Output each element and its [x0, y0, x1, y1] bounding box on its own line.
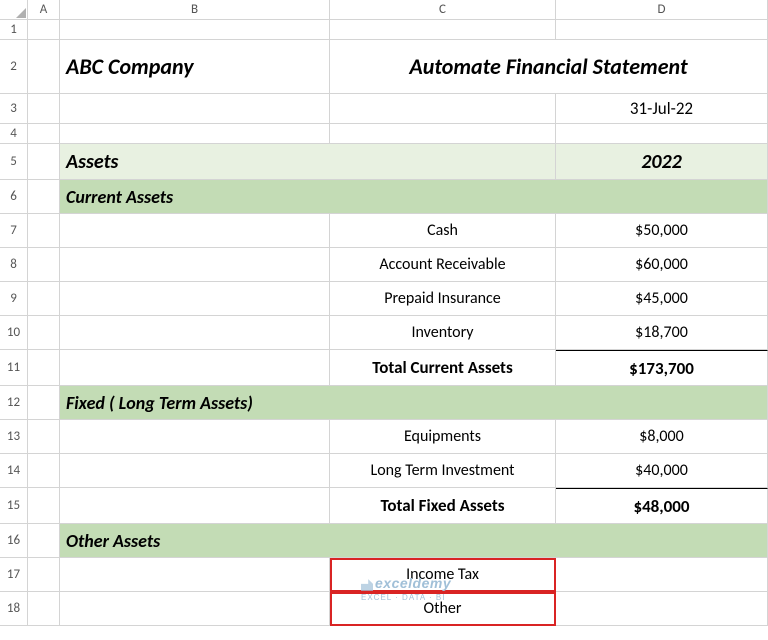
row-header-10[interactable]: 10 — [0, 316, 28, 350]
select-all-corner[interactable] — [0, 0, 28, 20]
cell-D1[interactable] — [556, 20, 768, 40]
section-assets-year[interactable]: 2022 — [556, 144, 768, 180]
cell-B3[interactable] — [60, 94, 330, 124]
cell-B4[interactable] — [60, 124, 330, 144]
row-header-8[interactable]: 8 — [0, 248, 28, 282]
cell-A9[interactable] — [28, 282, 60, 316]
cell-B7[interactable] — [60, 214, 330, 248]
cell-D18[interactable] — [556, 592, 768, 626]
cell-A7[interactable] — [28, 214, 60, 248]
cell-A17[interactable] — [28, 558, 60, 592]
cell-A1[interactable] — [28, 20, 60, 40]
cell-B8[interactable] — [60, 248, 330, 282]
cell-B11[interactable] — [60, 350, 330, 386]
section-assets-label[interactable]: Assets — [60, 144, 556, 180]
cell-A5[interactable] — [28, 144, 60, 180]
row-header-5[interactable]: 5 — [0, 144, 28, 180]
row-header-14[interactable]: 14 — [0, 454, 28, 488]
total-fixed-value[interactable]: $48,000 — [556, 488, 768, 524]
cell-C3[interactable] — [330, 94, 556, 124]
item-ar-value[interactable]: $60,000 — [556, 248, 768, 282]
cell-A4[interactable] — [28, 124, 60, 144]
item-inventory-value[interactable]: $18,700 — [556, 316, 768, 350]
total-current-label[interactable]: Total Current Assets — [330, 350, 556, 386]
total-fixed-label[interactable]: Total Fixed Assets — [330, 488, 556, 524]
cell-D17[interactable] — [556, 558, 768, 592]
spreadsheet-grid: A B C D 1 2 ABC Company Automate Financi… — [0, 0, 768, 626]
col-header-D[interactable]: D — [556, 0, 768, 20]
cell-B1[interactable] — [60, 20, 330, 40]
row-header-15[interactable]: 15 — [0, 488, 28, 524]
row-header-6[interactable]: 6 — [0, 180, 28, 214]
section-other-assets[interactable]: Other Assets — [60, 524, 768, 558]
cell-B9[interactable] — [60, 282, 330, 316]
row-header-12[interactable]: 12 — [0, 386, 28, 420]
item-prepaid-label[interactable]: Prepaid Insurance — [330, 282, 556, 316]
cell-B10[interactable] — [60, 316, 330, 350]
item-inventory-label[interactable]: Inventory — [330, 316, 556, 350]
statement-date[interactable]: 31-Jul-22 — [556, 94, 768, 124]
item-equipments-value[interactable]: $8,000 — [556, 420, 768, 454]
cell-A15[interactable] — [28, 488, 60, 524]
cell-A16[interactable] — [28, 524, 60, 558]
cell-C1[interactable] — [330, 20, 556, 40]
cell-B17[interactable] — [60, 558, 330, 592]
item-longterm-value[interactable]: $40,000 — [556, 454, 768, 488]
section-current-assets[interactable]: Current Assets — [60, 180, 768, 214]
page-title[interactable]: Automate Financial Statement — [330, 40, 768, 94]
cell-B15[interactable] — [60, 488, 330, 524]
item-ar-label[interactable]: Account Receivable — [330, 248, 556, 282]
row-header-2[interactable]: 2 — [0, 40, 28, 94]
cell-D4[interactable] — [556, 124, 768, 144]
row-header-1[interactable]: 1 — [0, 20, 28, 40]
cell-A8[interactable] — [28, 248, 60, 282]
item-cash-label[interactable]: Cash — [330, 214, 556, 248]
col-header-C[interactable]: C — [330, 0, 556, 20]
total-current-value[interactable]: $173,700 — [556, 350, 768, 386]
item-equipments-label[interactable]: Equipments — [330, 420, 556, 454]
item-cash-value[interactable]: $50,000 — [556, 214, 768, 248]
row-header-9[interactable]: 9 — [0, 282, 28, 316]
item-incometax-label[interactable]: Income Tax — [330, 558, 556, 592]
cell-A18[interactable] — [28, 592, 60, 626]
cell-C4[interactable] — [330, 124, 556, 144]
row-header-16[interactable]: 16 — [0, 524, 28, 558]
item-prepaid-value[interactable]: $45,000 — [556, 282, 768, 316]
row-header-18[interactable]: 18 — [0, 592, 28, 626]
cell-A13[interactable] — [28, 420, 60, 454]
cell-A10[interactable] — [28, 316, 60, 350]
col-header-B[interactable]: B — [60, 0, 330, 20]
cell-B14[interactable] — [60, 454, 330, 488]
cell-A14[interactable] — [28, 454, 60, 488]
cell-B18[interactable] — [60, 592, 330, 626]
row-header-13[interactable]: 13 — [0, 420, 28, 454]
row-header-3[interactable]: 3 — [0, 94, 28, 124]
row-header-11[interactable]: 11 — [0, 350, 28, 386]
cell-A3[interactable] — [28, 94, 60, 124]
section-fixed-assets[interactable]: Fixed ( Long Term Assets) — [60, 386, 768, 420]
cell-A12[interactable] — [28, 386, 60, 420]
row-header-4[interactable]: 4 — [0, 124, 28, 144]
cell-A11[interactable] — [28, 350, 60, 386]
col-header-A[interactable]: A — [28, 0, 60, 20]
company-name[interactable]: ABC Company — [60, 40, 330, 94]
cell-A6[interactable] — [28, 180, 60, 214]
cell-B13[interactable] — [60, 420, 330, 454]
item-other-label[interactable]: Other — [330, 592, 556, 626]
cell-A2[interactable] — [28, 40, 60, 94]
row-header-17[interactable]: 17 — [0, 558, 28, 592]
item-longterm-label[interactable]: Long Term Investment — [330, 454, 556, 488]
row-header-7[interactable]: 7 — [0, 214, 28, 248]
